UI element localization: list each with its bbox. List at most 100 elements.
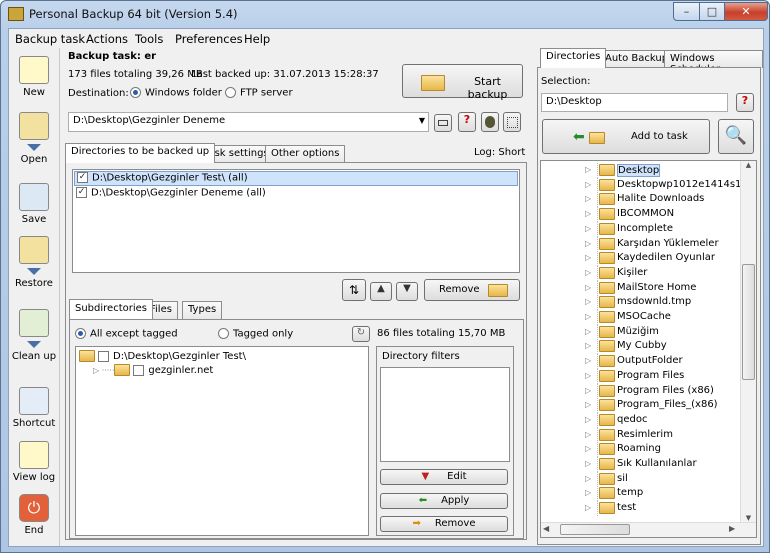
minimize-button[interactable]: – (673, 2, 700, 21)
tab-other-options[interactable]: Other options (265, 145, 346, 163)
scroll-up-arrow[interactable]: ▲ (741, 161, 756, 169)
menu-backup-task[interactable]: Backup task (15, 32, 85, 46)
expand-arrow-icon[interactable]: ▷ (585, 283, 591, 292)
expand-arrow-icon[interactable]: ▷ (585, 415, 591, 424)
tree-folder-item[interactable]: ▷ Program Files (541, 368, 741, 384)
expand-arrow-icon[interactable]: ▷ (585, 180, 591, 189)
tree-folder-item[interactable]: ▷ Incomplete (541, 221, 741, 237)
list-item[interactable]: ✓ D:\Desktop\Gezginler Deneme (all) (76, 187, 266, 199)
destination-path-combo[interactable]: D:\Desktop\Gezginler Deneme ▼ (68, 112, 429, 132)
tab-directories[interactable]: Directories to be backed up (65, 143, 216, 163)
expand-arrow-icon[interactable]: ▷ (585, 297, 591, 306)
expand-arrow-icon[interactable]: ▷ (585, 268, 591, 277)
tab-auto-backup[interactable]: Auto Backup (599, 50, 675, 68)
expand-arrow-icon[interactable]: ▷ (585, 503, 591, 512)
tab-directories-browser[interactable]: Directories (540, 48, 607, 68)
scroll-left-arrow[interactable]: ◀ (543, 524, 549, 533)
expand-arrow-icon[interactable]: ▷ (585, 239, 591, 248)
tree-child[interactable]: ▷ ····· gezginler.net (93, 364, 213, 376)
subdir-tree[interactable]: D:\Desktop\Gezginler Test\ ▷ ····· gezgin… (75, 346, 369, 536)
maximize-button[interactable]: □ (699, 2, 725, 21)
tree-folder-item[interactable]: ▷ My Cubby (541, 339, 741, 355)
all-except-radio[interactable]: All except tagged (75, 328, 178, 340)
tree-folder-item[interactable]: ▷ Roaming (541, 442, 741, 458)
tree-folder-item[interactable]: ▷ Desktop (541, 163, 741, 178)
close-button[interactable]: ✕ (724, 2, 768, 21)
backup-dir-list[interactable]: ✓ D:\Desktop\Gezginler Test\ (all) ✓ D:\De… (72, 169, 520, 273)
subtab-types[interactable]: Types (182, 301, 223, 319)
scroll-right-arrow[interactable]: ▶ (729, 524, 735, 533)
user-settings-button[interactable] (481, 112, 499, 132)
start-backup-button[interactable]: Start backup (402, 64, 523, 101)
move-up-button[interactable]: ▲ (370, 282, 392, 301)
expand-arrow-icon[interactable]: ▷ (585, 341, 591, 350)
eject-button[interactable] (434, 114, 452, 132)
search-button[interactable]: 🔍 (718, 119, 754, 154)
save-button[interactable]: Save (11, 183, 57, 225)
shortcut-button[interactable]: Shortcut (11, 387, 57, 429)
tree-folder-item[interactable]: ▷ Müziğim (541, 324, 741, 340)
tree-folder-item[interactable]: ▷ qedoc (541, 412, 741, 428)
tree-root[interactable]: D:\Desktop\Gezginler Test\ (79, 350, 246, 362)
new-button[interactable]: New (11, 56, 57, 98)
expand-arrow-icon[interactable]: ▷ (585, 488, 591, 497)
expand-arrow-icon[interactable]: ▷ (585, 327, 591, 336)
cleanup-dropdown-arrow[interactable] (27, 341, 41, 348)
tree-folder-item[interactable]: ▷ test (541, 501, 741, 517)
tree-hscroll-thumb[interactable] (560, 524, 630, 535)
expand-arrow-icon[interactable]: ▷ (585, 430, 591, 439)
tree-folder-item[interactable]: ▷ Karşıdan Yüklemeler (541, 236, 741, 252)
move-down-button[interactable]: ▼ (396, 282, 418, 301)
tree-vertical-scrollbar[interactable]: ▲ ▼ (740, 161, 756, 523)
menu-actions[interactable]: Actions (86, 32, 128, 46)
selection-input[interactable]: D:\Desktop (541, 93, 728, 112)
options-button[interactable] (503, 112, 521, 132)
add-to-task-button[interactable]: ⬅ Add to task (542, 119, 710, 154)
dest-ftp-radio[interactable]: FTP server (225, 87, 293, 99)
tree-folder-item[interactable]: ▷ msdownld.tmp (541, 295, 741, 311)
apply-filter-button[interactable]: ⬅ Apply (380, 493, 508, 509)
viewlog-button[interactable]: View log (11, 441, 57, 483)
edit-filter-button[interactable]: ▼ Edit (380, 469, 508, 485)
tree-folder-item[interactable]: ▷ OutputFolder (541, 354, 741, 370)
tree-folder-item[interactable]: ▷ MailStore Home (541, 280, 741, 296)
tree-horizontal-scrollbar[interactable]: ◀ ▶ (541, 522, 756, 537)
expand-arrow-icon[interactable]: ▷ (585, 209, 591, 218)
subtab-subdirectories[interactable]: Subdirectories (69, 299, 153, 319)
refresh-button[interactable]: ↻ (352, 326, 370, 342)
selection-help-button[interactable]: ? (736, 93, 754, 112)
tree-folder-item[interactable]: ▷ IBCOMMON (541, 207, 741, 223)
expand-arrow-icon[interactable]: ▷ (585, 371, 591, 380)
restore-dropdown-arrow[interactable] (27, 268, 41, 275)
tree-folder-item[interactable]: ▷ Resimlerim (541, 427, 741, 443)
expand-arrow-icon[interactable]: ▷ (585, 312, 591, 321)
tree-folder-item[interactable]: ▷ Kaydedilen Oyunlar (541, 251, 741, 267)
tree-folder-item[interactable]: ▷ Kişiler (541, 265, 741, 281)
filters-list[interactable] (380, 367, 510, 462)
cleanup-button[interactable]: Clean up (11, 309, 57, 362)
expand-arrow-icon[interactable]: ▷ (585, 224, 591, 233)
folder-tree[interactable]: ▷ Desktop ▷ Desktopwp1012e1414s1223 ▷ Halite … (540, 160, 757, 538)
tagged-only-radio[interactable]: Tagged only (218, 328, 293, 340)
tree-vscroll-thumb[interactable] (742, 264, 755, 380)
tree-folder-item[interactable]: ▷ Halite Downloads (541, 192, 741, 208)
tree-folder-item[interactable]: ▷ Program_Files_(x86) (541, 398, 741, 414)
scroll-down-arrow[interactable]: ▼ (741, 514, 756, 522)
expand-arrow-icon[interactable]: ▷ (585, 400, 591, 409)
tree-folder-item[interactable]: ▷ MSOCache (541, 310, 741, 325)
tree-folder-item[interactable]: ▷ Sık Kullanılanlar (541, 457, 741, 472)
remove-filter-button[interactable]: ➡ Remove (380, 516, 508, 532)
list-item[interactable]: ✓ D:\Desktop\Gezginler Test\ (all) (74, 171, 518, 186)
restore-button[interactable]: Restore (11, 236, 57, 289)
menu-help[interactable]: Help (244, 32, 270, 46)
menu-preferences[interactable]: Preferences (175, 32, 243, 46)
end-button[interactable]: ⏻ End (11, 494, 57, 536)
sort-button[interactable]: ⇅ (342, 279, 366, 301)
tree-folder-item[interactable]: ▷ temp (541, 486, 741, 502)
open-dropdown-arrow[interactable] (27, 144, 41, 151)
remove-dir-button[interactable]: Remove (424, 279, 520, 301)
expand-arrow-icon[interactable]: ▷ (585, 253, 591, 262)
help-button[interactable]: ? (458, 112, 476, 132)
tab-windows-scheduler[interactable]: Windows Scheduler (664, 50, 763, 75)
tree-folder-item[interactable]: ▷ sil (541, 471, 741, 487)
